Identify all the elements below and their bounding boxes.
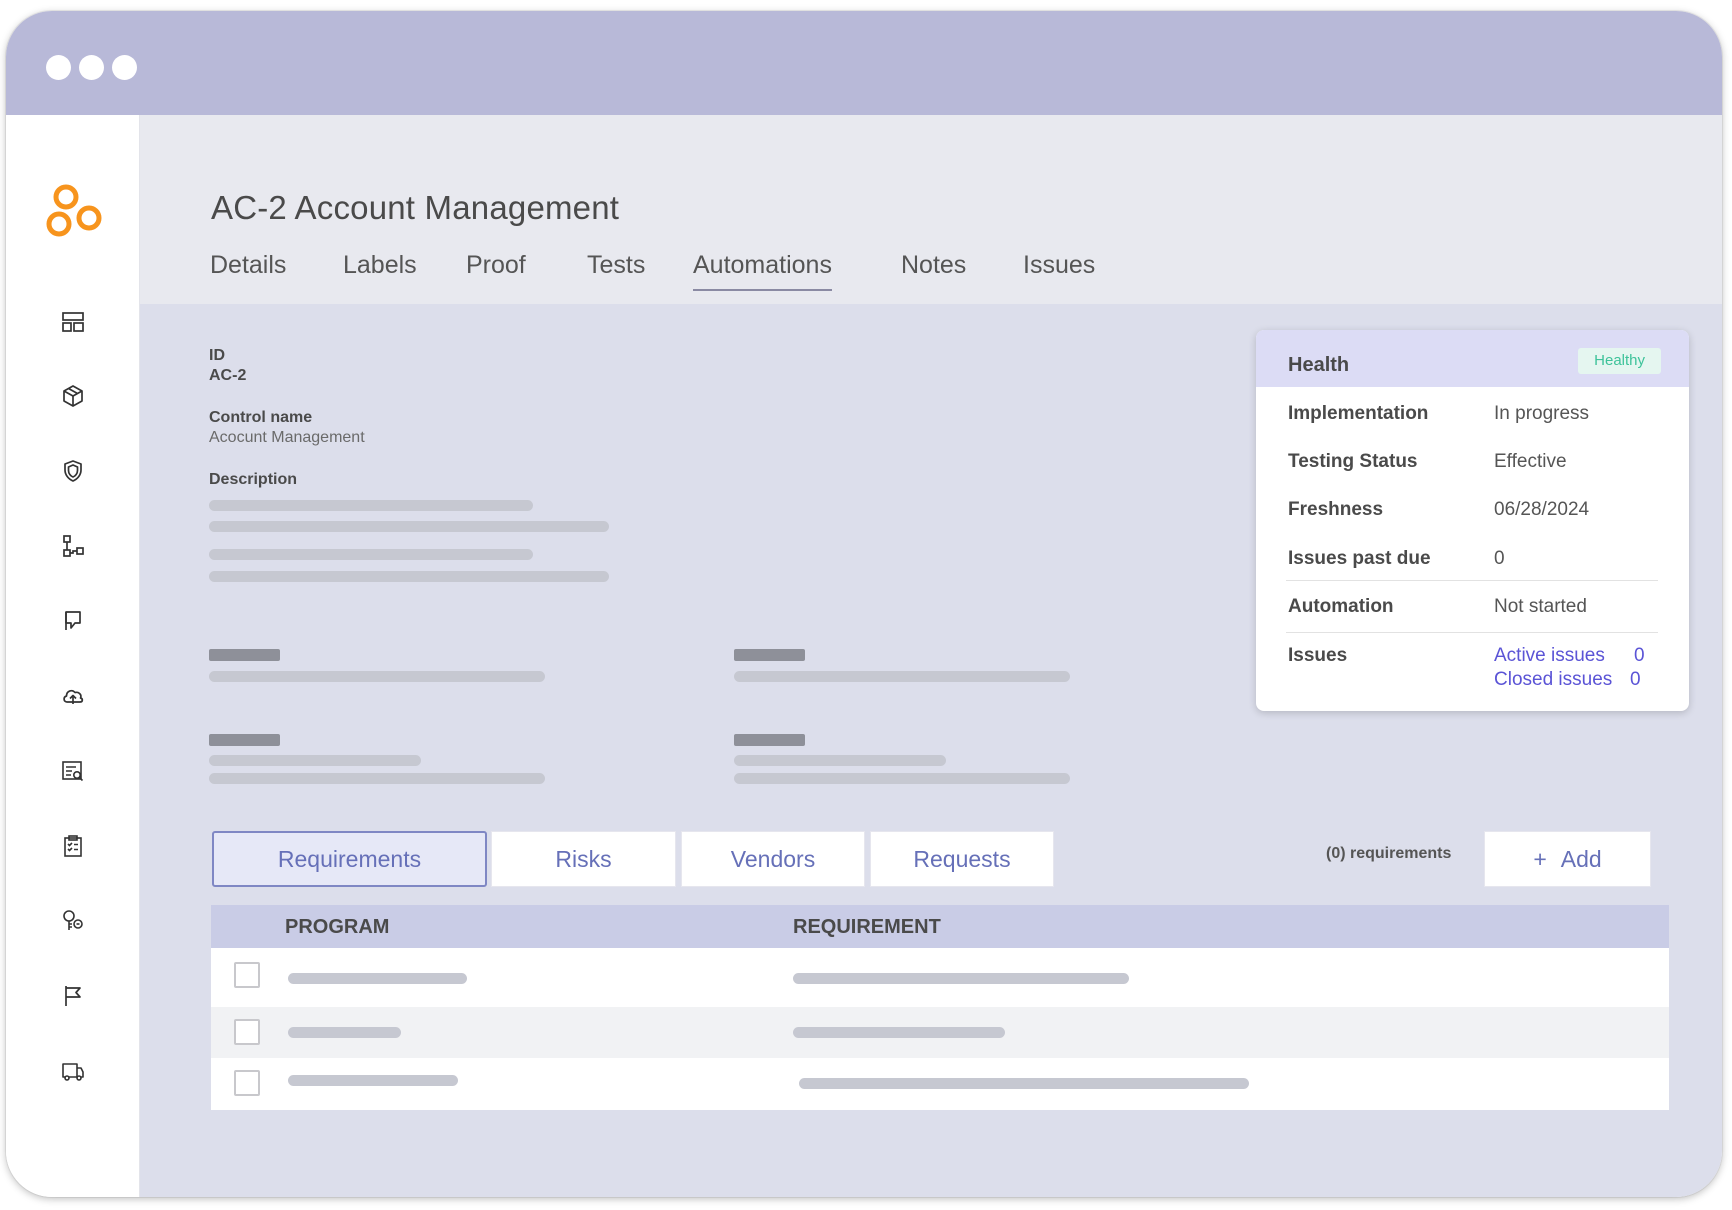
attribute-label-placeholder <box>209 649 280 661</box>
tab-issues[interactable]: Issues <box>1023 251 1095 280</box>
bookmark-icon[interactable] <box>60 608 86 634</box>
control-name-value: Acocunt Management <box>209 429 365 446</box>
health-card-header: Health Healthy <box>1256 330 1689 387</box>
attribute-label-placeholder <box>734 734 805 746</box>
tab-labels[interactable]: Labels <box>343 251 417 280</box>
table-row[interactable] <box>211 1007 1669 1058</box>
active-issues-link[interactable]: Active issues <box>1494 645 1605 667</box>
table-header: PROGRAM REQUIREMENT <box>211 905 1669 948</box>
attribute-value-placeholder <box>209 671 545 682</box>
table-row[interactable] <box>211 1058 1669 1110</box>
closed-issues-link[interactable]: Closed issues <box>1494 669 1612 691</box>
truck-icon[interactable] <box>60 1058 86 1084</box>
title-bar <box>6 11 1722 115</box>
requirements-count: (0) requirements <box>1326 845 1452 862</box>
requirement-placeholder <box>793 1027 1005 1038</box>
automation-value: Not started <box>1494 596 1587 617</box>
program-placeholder <box>288 973 467 984</box>
plus-icon: + <box>1533 845 1547 872</box>
row-checkbox[interactable] <box>234 1019 260 1045</box>
column-header-program[interactable]: PROGRAM <box>285 916 389 939</box>
add-button-label: Add <box>1560 845 1602 872</box>
column-header-requirement[interactable]: REQUIREMENT <box>793 916 941 939</box>
issues-past-due-value: 0 <box>1494 548 1505 569</box>
sidebar <box>6 115 140 1197</box>
window-dot-3[interactable] <box>112 55 137 80</box>
tab-proof[interactable]: Proof <box>466 251 526 280</box>
flag-icon[interactable] <box>60 983 86 1009</box>
table-row[interactable] <box>211 948 1669 1007</box>
tab-automations[interactable]: Automations <box>693 251 832 291</box>
attribute-label-placeholder <box>209 734 280 746</box>
app-window: AC-2 Account Management Details Labels P… <box>6 11 1722 1197</box>
divider <box>1286 580 1658 581</box>
freshness-value: 06/28/2024 <box>1494 499 1590 520</box>
tab-tests[interactable]: Tests <box>587 251 645 280</box>
description-label: Description <box>209 471 298 488</box>
orange-rings-logo[interactable] <box>46 183 110 247</box>
tab-risks[interactable]: Risks <box>491 831 676 887</box>
attribute-value-placeholder <box>734 755 946 766</box>
implementation-value: In progress <box>1494 403 1590 424</box>
attribute-value-placeholder <box>209 755 421 766</box>
implementation-label: Implementation <box>1288 403 1429 424</box>
description-placeholder-line <box>209 549 533 560</box>
page-title: AC-2 Account Management <box>211 189 620 226</box>
active-issues-count[interactable]: 0 <box>1634 645 1645 667</box>
divider <box>1286 632 1658 633</box>
description-placeholder-line <box>209 500 533 511</box>
window-dot-2[interactable] <box>79 55 104 80</box>
status-badge: Healthy <box>1578 348 1661 374</box>
issues-past-due-label: Issues past due <box>1288 548 1431 569</box>
key-icon[interactable] <box>60 908 86 934</box>
requirement-placeholder <box>799 1078 1249 1089</box>
window-dot-1[interactable] <box>46 55 71 80</box>
automation-label: Automation <box>1288 596 1394 617</box>
shield-icon[interactable] <box>60 458 86 484</box>
issues-label: Issues <box>1288 645 1348 666</box>
package-icon[interactable] <box>60 383 86 409</box>
row-checkbox[interactable] <box>234 962 260 988</box>
attribute-label-placeholder <box>734 649 805 661</box>
program-placeholder <box>288 1075 458 1086</box>
id-value: AC-2 <box>209 367 247 384</box>
main-content: ID AC-2 Control name Acocunt Management … <box>140 304 1722 1197</box>
cloud-upload-icon[interactable] <box>60 683 86 709</box>
clipboard-check-icon[interactable] <box>60 833 86 859</box>
description-placeholder-line <box>209 571 609 582</box>
attribute-value-placeholder <box>734 773 1070 784</box>
workflow-icon[interactable] <box>60 533 86 559</box>
freshness-label: Freshness <box>1288 499 1384 520</box>
tab-notes[interactable]: Notes <box>901 251 966 280</box>
dashboard-icon[interactable] <box>60 309 86 335</box>
row-checkbox[interactable] <box>234 1070 260 1096</box>
tab-vendors[interactable]: Vendors <box>681 831 865 887</box>
attribute-value-placeholder <box>734 671 1070 682</box>
tab-requirements[interactable]: Requirements <box>212 831 487 887</box>
closed-issues-count[interactable]: 0 <box>1630 669 1641 691</box>
control-name-label: Control name <box>209 409 313 426</box>
report-search-icon[interactable] <box>60 758 86 784</box>
requirement-placeholder <box>793 973 1129 984</box>
program-placeholder <box>288 1027 401 1038</box>
testing-status-value: Effective <box>1494 451 1567 472</box>
health-card: Health Healthy Implementation In progres… <box>1256 330 1689 711</box>
id-label: ID <box>209 347 225 364</box>
page-header: AC-2 Account Management Details Labels P… <box>140 115 1722 304</box>
attribute-value-placeholder <box>209 773 545 784</box>
health-title: Health <box>1288 354 1350 376</box>
add-button[interactable]: + Add <box>1484 831 1651 887</box>
testing-status-label: Testing Status <box>1288 451 1418 472</box>
tab-details[interactable]: Details <box>210 251 286 280</box>
description-placeholder-line <box>209 521 609 532</box>
tab-requests[interactable]: Requests <box>870 831 1054 887</box>
